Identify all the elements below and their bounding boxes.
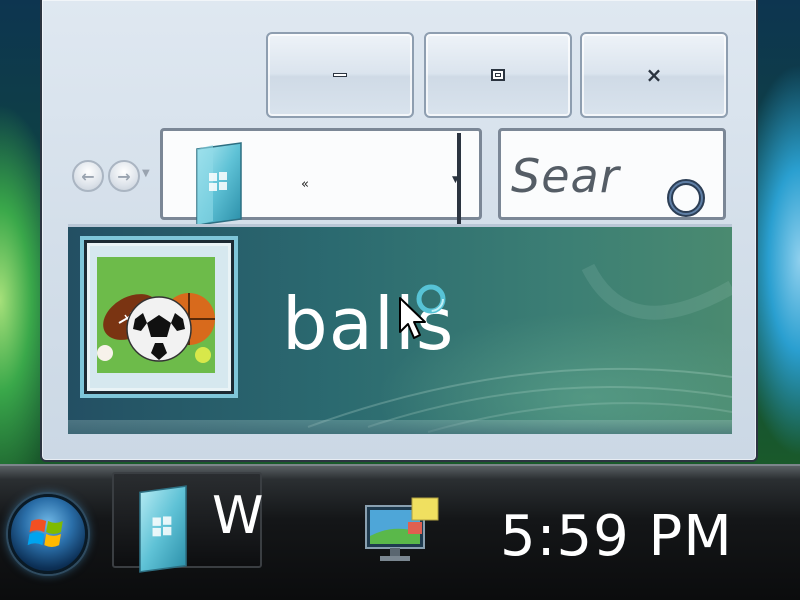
forward-arrow-icon: → [117, 166, 131, 186]
banner-bottom-bar [68, 420, 732, 434]
thumbnail-background [97, 257, 215, 373]
recent-pages-dropdown[interactable]: ▼ [142, 168, 150, 179]
mouse-pointer-icon [399, 297, 426, 339]
minimize-icon [333, 73, 347, 77]
back-button[interactable]: ← [72, 160, 104, 192]
search-input[interactable]: Sear [511, 149, 620, 203]
search-box[interactable]: Sear [498, 128, 726, 220]
taskbar-button-label: W [212, 486, 264, 546]
minimize-button[interactable] [266, 32, 414, 118]
maximize-icon [491, 69, 505, 81]
folder-thumbnail[interactable] [84, 240, 234, 394]
breadcrumb[interactable]: « [301, 177, 309, 192]
taskbar-explorer-button[interactable]: W [112, 472, 264, 573]
windows-folder-icon [196, 142, 242, 226]
close-button[interactable]: × [580, 32, 728, 118]
sports-balls-icon [97, 293, 215, 363]
search-icon[interactable] [663, 175, 709, 220]
windows-start-orb-icon [27, 519, 63, 547]
taskbar-clock[interactable]: 5:59 PM [500, 504, 733, 569]
address-dropdown-icon[interactable]: ▼ [452, 175, 459, 185]
maximize-button[interactable] [424, 32, 572, 118]
windows-folder-icon [139, 485, 187, 573]
close-icon: × [645, 63, 663, 87]
network-monitor-icon[interactable] [362, 496, 442, 570]
forward-button[interactable]: → [108, 160, 140, 192]
back-arrow-icon: ← [81, 166, 95, 186]
address-bar[interactable]: « ▼ [160, 128, 482, 227]
start-button[interactable] [8, 494, 88, 574]
